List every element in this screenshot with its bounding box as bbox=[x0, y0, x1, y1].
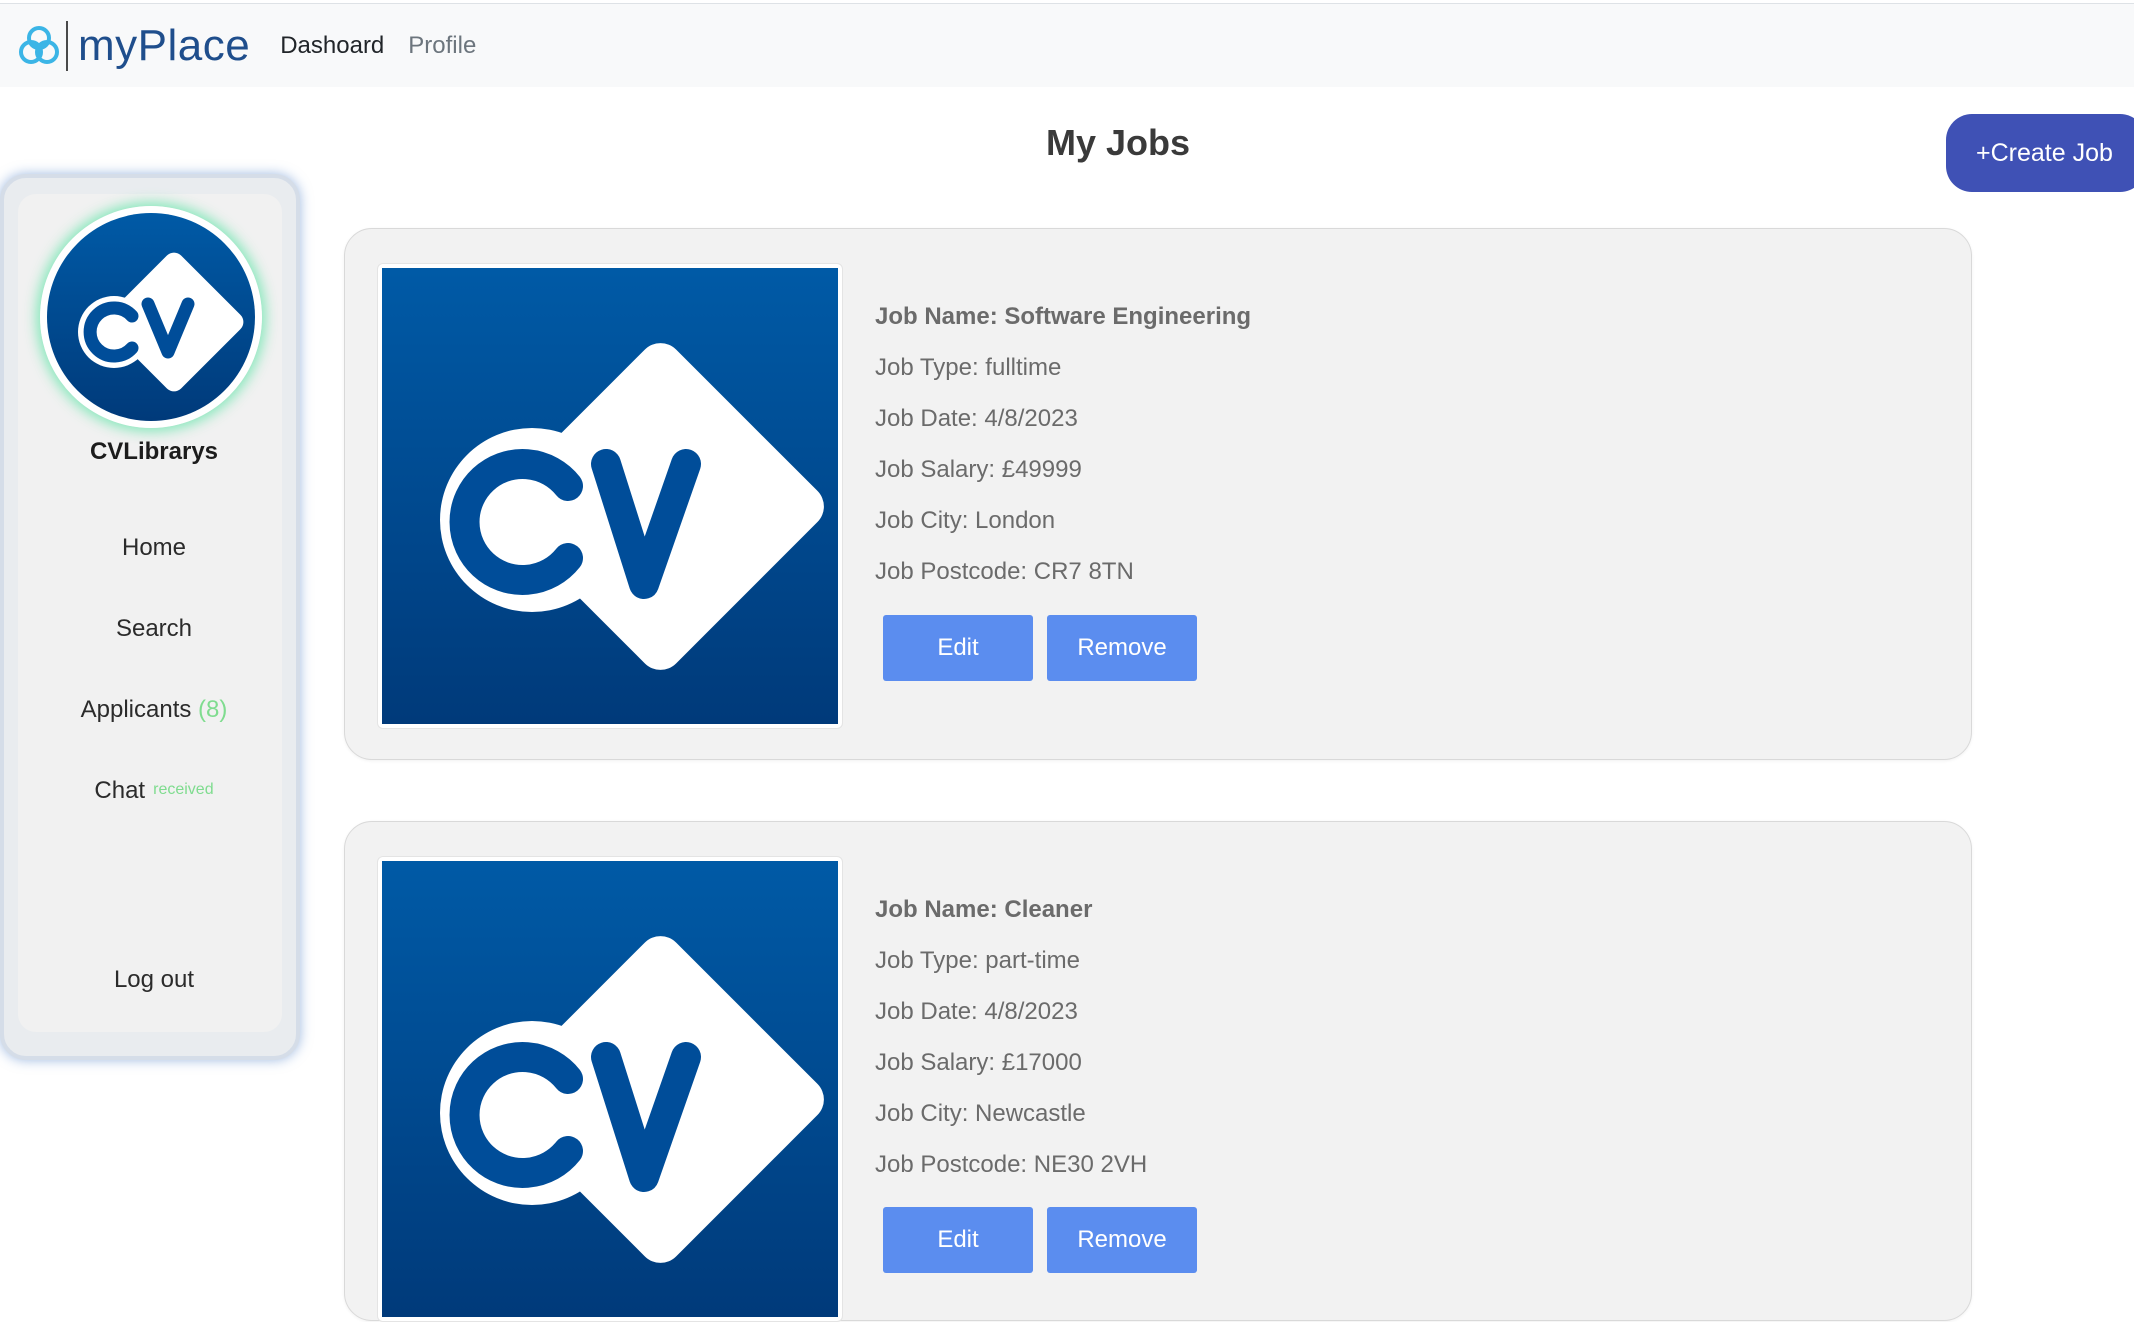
sidebar-item-label: Search bbox=[115, 615, 193, 642]
sidebar-item-home[interactable]: Home bbox=[4, 534, 304, 562]
brand-name: myPlace bbox=[78, 20, 251, 70]
job-type: Job Type: fulltime bbox=[875, 354, 1062, 381]
job-name: Job Name: Cleaner bbox=[875, 896, 1093, 923]
chat-status-badge: received bbox=[153, 781, 214, 798]
job-card: Job Name: Cleaner Job Type: part-time Jo… bbox=[344, 821, 1972, 1322]
sidebar-item-applicants[interactable]: Applicants (8) bbox=[4, 696, 304, 724]
sidebar: CVLibrarys Home Search Applicants (8) Ch… bbox=[0, 174, 300, 1060]
sidebar-item-label: Home bbox=[121, 534, 187, 561]
company-avatar bbox=[40, 206, 262, 428]
cv-library-logo-icon bbox=[382, 268, 838, 724]
job-salary: Job Salary: £17000 bbox=[875, 1049, 1082, 1076]
job-card: Job Name: Software Engineering Job Type:… bbox=[344, 228, 1972, 760]
job-city: Job City: London bbox=[875, 507, 1056, 534]
top-navbar: myPlace Dashoard Profile bbox=[0, 3, 2134, 87]
job-salary: Job Salary: £49999 bbox=[875, 456, 1082, 483]
job-details: Job Name: Cleaner Job Type: part-time Jo… bbox=[875, 894, 1147, 1200]
brand[interactable]: myPlace bbox=[18, 16, 250, 76]
create-job-button[interactable]: +Create Job bbox=[1946, 114, 2134, 192]
sidebar-item-label: Log out bbox=[113, 966, 195, 993]
nav-profile[interactable]: Profile bbox=[408, 32, 476, 60]
page-title: My Jobs bbox=[1045, 122, 1191, 163]
job-name: Job Name: Software Engineering bbox=[875, 303, 1252, 330]
job-image bbox=[377, 856, 843, 1322]
sidebar-item-label: Applicants bbox=[80, 696, 192, 723]
job-postcode: Job Postcode: NE30 2VH bbox=[875, 1151, 1148, 1178]
job-image bbox=[377, 263, 843, 729]
edit-job-button[interactable]: Edit bbox=[883, 615, 1033, 681]
job-actions: Edit Remove bbox=[883, 1207, 1197, 1273]
brand-divider bbox=[66, 20, 68, 71]
cv-library-logo-icon bbox=[382, 861, 838, 1317]
job-details: Job Name: Software Engineering Job Type:… bbox=[875, 301, 1251, 607]
cv-library-logo-icon bbox=[40, 206, 262, 428]
job-city: Job City: Newcastle bbox=[875, 1100, 1086, 1127]
company-name: CVLibrarys bbox=[89, 438, 219, 465]
job-postcode: Job Postcode: CR7 8TN bbox=[875, 558, 1134, 585]
job-actions: Edit Remove bbox=[883, 615, 1197, 681]
sidebar-item-label: Chat bbox=[94, 777, 146, 804]
nav-dashboard[interactable]: Dashoard bbox=[280, 32, 384, 60]
sidebar-item-logout[interactable]: Log out bbox=[4, 966, 304, 994]
job-type: Job Type: part-time bbox=[875, 947, 1080, 974]
applicants-count-badge: (8) bbox=[198, 696, 228, 723]
sidebar-item-search[interactable]: Search bbox=[4, 615, 304, 643]
edit-job-button[interactable]: Edit bbox=[883, 1207, 1033, 1273]
sidebar-item-chat[interactable]: Chat received bbox=[4, 777, 304, 805]
remove-job-button[interactable]: Remove bbox=[1047, 615, 1197, 681]
remove-job-button[interactable]: Remove bbox=[1047, 1207, 1197, 1273]
job-date: Job Date: 4/8/2023 bbox=[875, 405, 1078, 432]
myplace-logo-icon bbox=[19, 25, 59, 64]
job-date: Job Date: 4/8/2023 bbox=[875, 998, 1078, 1025]
